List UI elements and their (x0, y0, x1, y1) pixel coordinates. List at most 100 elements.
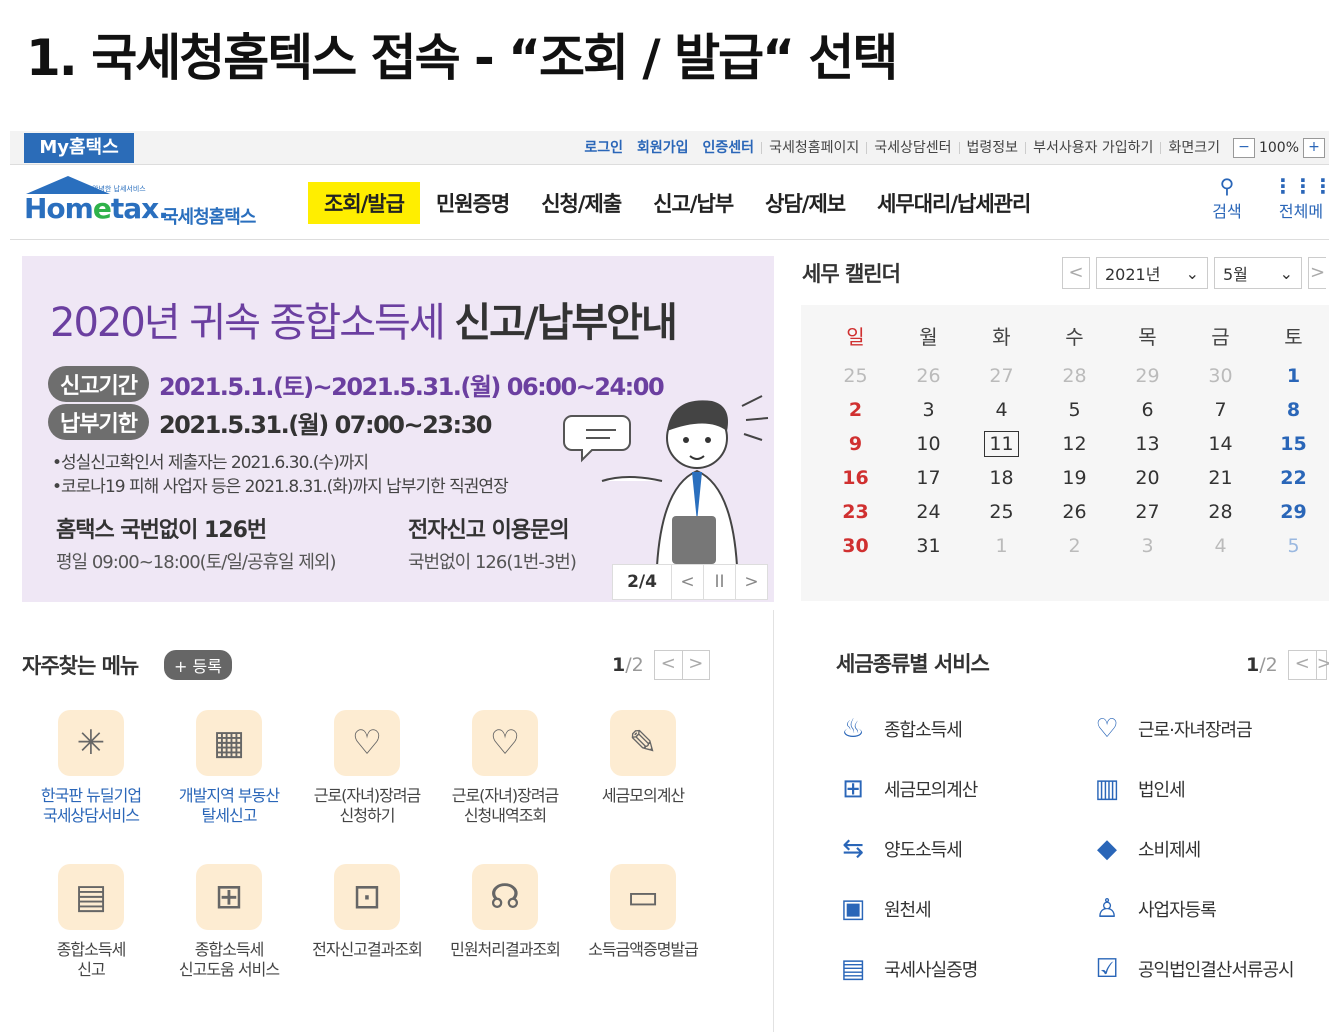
frequent-menu-item[interactable]: ⊡ 전자신고결과조회 (298, 864, 436, 960)
calendar-day[interactable]: 2 (1038, 529, 1111, 563)
calendar-day[interactable]: 14 (1184, 427, 1257, 461)
year-select[interactable]: 2021년 ⌄ (1096, 257, 1208, 289)
calendar-day[interactable]: 24 (892, 495, 965, 529)
frequent-next-button[interactable]: > (681, 651, 709, 679)
office-building-icon: ▥ (1094, 774, 1120, 804)
calendar-day[interactable]: 30 (1184, 359, 1257, 393)
tax-service-item[interactable]: ▣ 원천세 (836, 892, 932, 926)
calendar-day[interactable]: 29 (1111, 359, 1184, 393)
calendar-day[interactable]: 28 (1038, 359, 1111, 393)
calendar-day[interactable]: 28 (1184, 495, 1257, 529)
tax-service-item[interactable]: ♙ 사업자등록 (1090, 892, 1216, 926)
calendar-day[interactable]: 8 (1257, 393, 1329, 427)
banner-pause-button[interactable]: II (703, 565, 735, 599)
frequent-menu-item[interactable]: ⊞ 종합소득세 신고도움 서비스 (160, 864, 298, 980)
frequent-menu-item[interactable]: ✎ 세금모의계산 (574, 710, 712, 806)
calendar-day[interactable]: 23 (819, 495, 892, 529)
calendar-day[interactable]: 5 (1257, 529, 1329, 563)
calendar-day[interactable]: 17 (892, 461, 965, 495)
menu-inquiry-issue[interactable]: 조회/발급 (308, 182, 420, 224)
calendar-day[interactable]: 27 (1111, 495, 1184, 529)
frequent-menu-item[interactable]: ♡ 근로(자녀)장려금 신청하기 (298, 710, 436, 826)
tax-service-label: 소비제세 (1138, 840, 1201, 861)
promo-banner[interactable]: 2020년 귀속 종합소득세 신고/납부안내 신고기간 2021.5.1.(토)… (22, 256, 774, 602)
frequent-menu-item[interactable]: ▦ 개발지역 부동산 탈세신고 (160, 710, 298, 826)
menu-consult-report[interactable]: 상담/제보 (749, 182, 861, 224)
tax-service-item[interactable]: ♡ 근로·자녀장려금 (1090, 712, 1252, 746)
menu-apply-submit[interactable]: 신청/제출 (525, 182, 637, 224)
my-hometax-button[interactable]: My홈택스 (24, 133, 134, 163)
menu-tax-agent[interactable]: 세무대리/납세관리 (861, 182, 1046, 224)
calendar-day[interactable]: 7 (1184, 393, 1257, 427)
calendar-day[interactable]: 13 (1111, 427, 1184, 461)
calendar-day[interactable]: 10 (892, 427, 965, 461)
calendar-day[interactable]: 19 (1038, 461, 1111, 495)
all-menu-button[interactable]: ⋮⋮⋮ 전체메 (1273, 174, 1329, 222)
calendar-day[interactable]: 3 (892, 393, 965, 427)
frequent-menu-item[interactable]: ▤ 종합소득세 신고 (22, 864, 160, 980)
tax-next-button[interactable]: > (1315, 651, 1329, 679)
calendar-day[interactable]: 4 (965, 393, 1038, 427)
calendar-day[interactable]: 27 (965, 359, 1038, 393)
tax-service-item[interactable]: ☑ 공익법인결산서류공시 (1090, 952, 1294, 986)
frequent-menu-item[interactable]: ☊ 민원처리결과조회 (436, 864, 574, 960)
nts-consult-link[interactable]: 국세상담센터 (866, 141, 958, 155)
login-link[interactable]: 로그인 (577, 141, 630, 155)
tax-service-label: 사업자등록 (1138, 900, 1217, 921)
calendar-day[interactable]: 26 (892, 359, 965, 393)
calendar-day[interactable]: 29 (1257, 495, 1329, 529)
zoom-in-button[interactable]: + (1303, 138, 1325, 158)
calendar-day[interactable]: 4 (1184, 529, 1257, 563)
law-info-link[interactable]: 법령정보 (958, 141, 1026, 155)
heart-icon: ♡ (1095, 714, 1119, 744)
gnb-menu: 조회/발급 민원증명 신청/제출 신고/납부 상담/제보 세무대리/납세관리 (308, 182, 1046, 224)
calendar-day[interactable]: 12 (1038, 427, 1111, 461)
menu-civil-cert[interactable]: 민원증명 (420, 182, 525, 224)
tax-service-item[interactable]: ⊞ 세금모의계산 (836, 772, 978, 806)
cert-center-link[interactable]: 인증센터 (696, 141, 762, 155)
signup-link[interactable]: 회원가입 (630, 141, 696, 155)
frequent-menu-item[interactable]: ✳ 한국판 뉴딜기업 국세상담서비스 (22, 710, 160, 826)
calendar-day[interactable]: 11 (965, 427, 1038, 461)
tax-prev-button[interactable]: < (1289, 651, 1316, 679)
calendar-day[interactable]: 26 (1038, 495, 1111, 529)
calendar-day[interactable]: 25 (819, 359, 892, 393)
frequent-prev-button[interactable]: < (655, 651, 682, 679)
calendar-day[interactable]: 1 (965, 529, 1038, 563)
tax-service-item[interactable]: ▤ 국세사실증명 (836, 952, 979, 986)
tax-service-item[interactable]: ▥ 법인세 (1090, 772, 1186, 806)
calendar-day[interactable]: 25 (965, 495, 1038, 529)
nts-homepage-link[interactable]: 국세청홈페이지 (761, 141, 866, 155)
zoom-out-button[interactable]: − (1232, 138, 1255, 158)
calendar-day[interactable]: 15 (1257, 427, 1329, 461)
calendar-next-button[interactable]: > (1308, 257, 1326, 289)
search-button[interactable]: ⚲ 검색 (1199, 174, 1255, 222)
calendar-day[interactable]: 20 (1111, 461, 1184, 495)
tax-service-item[interactable]: ◆ 소비제세 (1090, 832, 1201, 866)
calendar-day[interactable]: 21 (1184, 461, 1257, 495)
calendar-day[interactable]: 16 (819, 461, 892, 495)
register-button[interactable]: + 등록 (164, 650, 232, 680)
banner-prev-button[interactable]: < (671, 565, 703, 599)
calendar-day[interactable]: 6 (1111, 393, 1184, 427)
month-select[interactable]: 5월 ⌄ (1214, 257, 1302, 289)
frequent-menu-item[interactable]: ♡ 근로(자녀)장려금 신청내역조회 (436, 710, 574, 826)
calendar-day[interactable]: 1 (1257, 359, 1329, 393)
calendar-prev-button[interactable]: < (1062, 257, 1090, 289)
tax-service-item[interactable]: ♨ 종합소득세 (836, 712, 962, 746)
banner-note-2: •코로나19 피해 사업자 등은 2021.8.31.(화)까지 납부기한 직권… (52, 477, 509, 497)
tax-service-item[interactable]: ⇆ 양도소득세 (836, 832, 963, 866)
calendar-day[interactable]: 30 (819, 529, 892, 563)
hometax-logo[interactable]: 안녕한 납세서비스 Hometax. 국세청홈택스 (22, 172, 292, 232)
calendar-day[interactable]: 2 (819, 393, 892, 427)
calendar-day[interactable]: 9 (819, 427, 892, 461)
calendar-day[interactable]: 22 (1257, 461, 1329, 495)
menu-report-pay[interactable]: 신고/납부 (637, 182, 749, 224)
dept-user-signup-link[interactable]: 부서사용자 가입하기 (1025, 141, 1160, 155)
frequent-menu-item[interactable]: ▭ 소득금액증명발급 (574, 864, 712, 960)
calendar-day[interactable]: 5 (1038, 393, 1111, 427)
banner-next-button[interactable]: > (735, 565, 767, 599)
calendar-day[interactable]: 31 (892, 529, 965, 563)
calendar-day[interactable]: 18 (965, 461, 1038, 495)
calendar-day[interactable]: 3 (1111, 529, 1184, 563)
